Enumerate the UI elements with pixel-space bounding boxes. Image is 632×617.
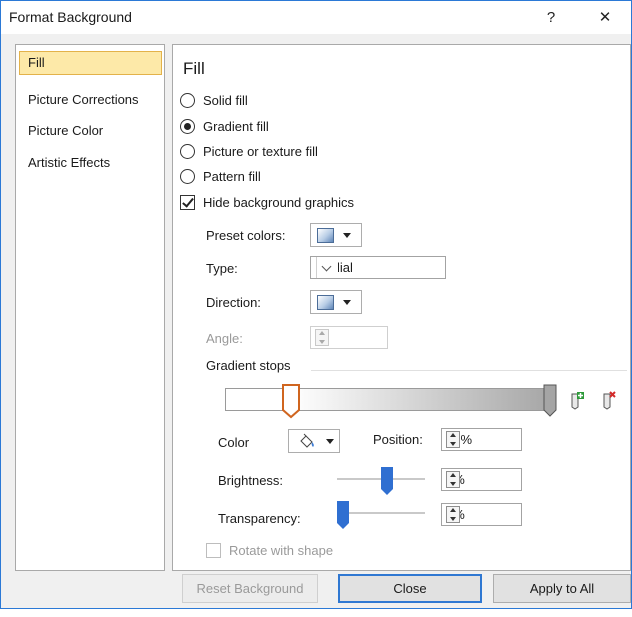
pattern-fill-label: Pattern fill [203,168,261,184]
paint-bucket-icon [300,433,314,448]
gradient-fill-option[interactable]: Gradient fill [180,116,269,136]
category-list: Fill Picture Corrections Picture Color A… [15,44,165,571]
remove-gradient-stop-icon[interactable] [600,391,617,410]
nav-item-artistic-effects[interactable]: Artistic Effects [19,151,162,175]
fill-panel: Fill Solid fill Gradient fill Picture or… [172,44,631,571]
spinner-arrows-icon[interactable] [446,471,460,488]
gradient-stop-color-button[interactable] [288,429,340,453]
title-bar: Format Background ? ✕ [1,1,631,34]
help-button[interactable]: ? [533,5,569,31]
color-label: Color [218,435,250,450]
spinner-arrows-icon[interactable] [446,431,460,448]
transparency-spinner[interactable]: 0% [441,503,522,526]
spinner-arrows-icon[interactable] [446,506,460,523]
picture-texture-fill-option[interactable]: Picture or texture fill [180,141,318,161]
type-select[interactable]: Radial [310,256,446,279]
add-gradient-stop-icon[interactable] [568,391,585,410]
solid-fill-label: Solid fill [203,92,248,108]
solid-fill-option[interactable]: Solid fill [180,90,248,110]
nav-item-fill[interactable]: Fill [19,51,162,75]
type-label: Type: [206,261,238,276]
brightness-slider-thumb[interactable] [381,467,393,495]
preset-colors-button[interactable] [310,223,362,247]
direction-button[interactable] [310,290,362,314]
transparency-slider-track[interactable] [337,512,425,514]
gradient-stops-label: Gradient stops [206,358,291,373]
gradient-stops-bar[interactable] [225,388,555,411]
picture-texture-fill-radio[interactable] [180,143,195,159]
format-background-dialog: Format Background ? ✕ Fill Picture Corre… [0,0,632,609]
picture-texture-fill-label: Picture or texture fill [203,143,318,159]
chevron-down-icon [343,299,351,305]
nav-item-picture-corrections[interactable]: Picture Corrections [19,88,162,112]
gradient-stop-end[interactable] [543,384,557,419]
angle-label: Angle: [206,331,243,346]
hide-background-graphics-label: Hide background graphics [203,194,355,210]
preset-colors-label: Preset colors: [206,228,286,243]
brightness-spinner[interactable]: 0% [441,468,522,491]
angle-spinner: 0° [310,326,388,349]
hide-background-graphics-checkbox[interactable] [180,194,195,210]
pattern-fill-option[interactable]: Pattern fill [180,166,261,186]
gradient-fill-label: Gradient fill [203,118,269,134]
rotate-with-shape-checkbox [206,542,221,558]
direction-label: Direction: [206,295,261,310]
reset-background-button: Reset Background [182,574,318,603]
pattern-fill-radio[interactable] [180,168,195,184]
position-label: Position: [373,432,423,447]
brightness-label: Brightness: [218,473,284,488]
transparency-label: Transparency: [218,511,301,526]
dialog-title: Format Background [9,9,132,25]
rotate-with-shape-option: Rotate with shape [206,540,333,560]
gradient-fill-radio[interactable] [180,118,195,134]
chevron-down-icon[interactable] [316,257,338,278]
nav-item-picture-color[interactable]: Picture Color [19,119,162,143]
hide-background-graphics-option[interactable]: Hide background graphics [180,192,354,212]
gradient-stop-selected[interactable] [281,384,301,419]
close-window-button[interactable]: ✕ [587,5,623,31]
fill-heading: Fill [183,59,205,78]
gradient-swatch-icon [317,227,334,243]
section-divider [311,370,627,371]
close-button[interactable]: Close [338,574,482,603]
apply-to-all-button[interactable]: Apply to All [493,574,631,603]
spinner-arrows-icon [315,329,329,346]
chevron-down-icon [343,232,351,238]
chevron-down-icon [326,439,334,444]
transparency-slider-thumb[interactable] [337,501,349,529]
position-spinner[interactable]: 20% [441,428,522,451]
solid-fill-radio[interactable] [180,92,195,108]
rotate-with-shape-label: Rotate with shape [229,542,334,558]
gradient-swatch-icon [317,294,334,310]
